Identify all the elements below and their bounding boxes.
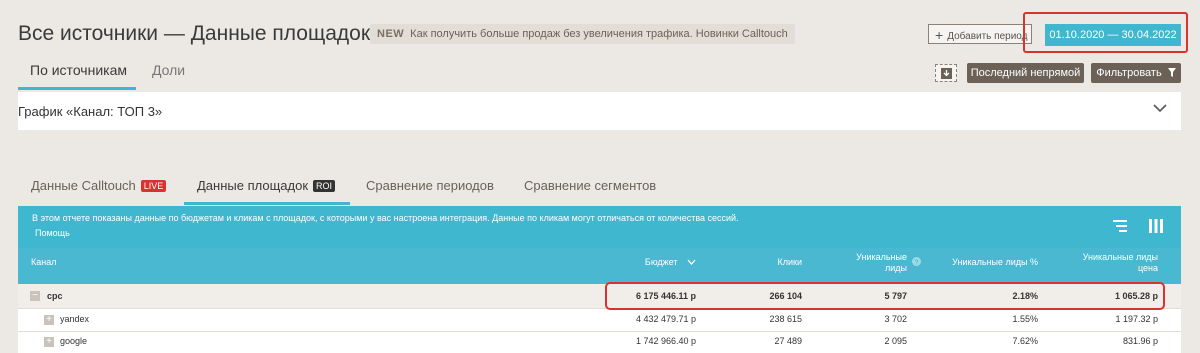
help-link[interactable]: Помощь xyxy=(35,228,70,238)
info-icon[interactable]: ? xyxy=(912,257,921,266)
column-budget[interactable]: Бюджет xyxy=(645,257,696,267)
tab-shares[interactable]: Доли xyxy=(152,62,185,78)
filter-label: Фильтровать xyxy=(1096,67,1162,79)
roi-badge: ROI xyxy=(313,180,336,192)
tab-platform-data[interactable]: Данные площадок ROI xyxy=(197,178,336,193)
cell-unique-leads-pct: 7.62% xyxy=(1012,336,1038,346)
info-text: В этом отчете показаны данные по бюджета… xyxy=(32,213,739,223)
info-banner: В этом отчете показаны данные по бюджета… xyxy=(18,206,1181,248)
cell-unique-leads: 2 095 xyxy=(884,336,907,346)
cell-unique-leads-pct: 1.55% xyxy=(1012,314,1038,324)
column-label-line: цена xyxy=(1137,263,1158,273)
add-period-button[interactable]: + Добавить период xyxy=(928,24,1032,44)
active-tab-indicator xyxy=(18,87,136,90)
cell-clicks: 238 615 xyxy=(769,314,802,324)
download-button[interactable] xyxy=(935,64,957,82)
table-header: Канал Бюджет Клики Уникальные лиды ? Уни… xyxy=(18,248,1181,284)
last-indirect-button[interactable]: Последний непрямой xyxy=(967,63,1084,83)
header: Все источники — Данные площадок NEW Как п… xyxy=(0,0,1200,92)
funnel-icon xyxy=(1167,68,1176,77)
filter-button[interactable]: Фильтровать xyxy=(1091,63,1181,83)
chevron-down-icon[interactable] xyxy=(1153,104,1167,113)
add-period-label: Добавить период xyxy=(947,31,1028,42)
table-row: + google 1 742 966.40 р 27 489 2 095 7.6… xyxy=(18,332,1181,353)
cell-unique-leads: 3 702 xyxy=(884,314,907,324)
annotation-highlight-totals xyxy=(605,282,1165,310)
plus-icon: + xyxy=(935,27,944,43)
list-settings-icon[interactable] xyxy=(1113,219,1127,233)
news-text: Как получить больше продаж без увеличени… xyxy=(410,28,788,40)
cell-budget: 4 432 479.71 р xyxy=(635,314,696,324)
download-icon xyxy=(941,68,952,79)
column-budget-label: Бюджет xyxy=(644,257,678,267)
report-tabs: Данные Calltouch LIVE Данные площадок ROI … xyxy=(0,172,1200,206)
collapse-toggle[interactable]: − xyxy=(30,291,40,301)
cell-budget: 1 742 966.40 р xyxy=(635,336,696,346)
column-clicks[interactable]: Клики xyxy=(778,257,803,267)
cell-unique-leads-price: 1 197.32 р xyxy=(1115,314,1158,324)
column-label-line: лиды xyxy=(885,263,907,273)
tab-calltouch-data[interactable]: Данные Calltouch LIVE xyxy=(31,178,167,193)
news-banner-link[interactable]: NEW Как получить больше продаж без увелич… xyxy=(370,24,795,44)
column-channel[interactable]: Канал xyxy=(31,257,56,267)
page-title: Все источники — Данные площадок xyxy=(18,22,371,45)
column-unique-leads-price[interactable]: Уникальные лиды цена xyxy=(1083,252,1158,274)
column-unique-leads-pct[interactable]: Уникальные лиды % xyxy=(952,257,1038,267)
live-badge: LIVE xyxy=(140,180,167,192)
tab-segment-comparison[interactable]: Сравнение сегментов xyxy=(524,178,656,193)
columns-icon[interactable] xyxy=(1149,219,1163,233)
tab-label: Данные Calltouch xyxy=(31,178,136,193)
annotation-highlight-date xyxy=(1023,12,1188,53)
chart-panel-title: График «Канал: ТОП 3» xyxy=(18,104,163,119)
column-unique-leads[interactable]: Уникальные лиды xyxy=(856,252,907,274)
svg-text:?: ? xyxy=(915,259,919,266)
active-report-tab-indicator xyxy=(184,202,350,205)
tab-by-sources[interactable]: По источникам xyxy=(30,62,127,78)
expand-toggle[interactable]: + xyxy=(44,315,54,325)
chart-panel[interactable]: График «Канал: ТОП 3» xyxy=(18,92,1181,130)
tab-period-comparison[interactable]: Сравнение периодов xyxy=(366,178,494,193)
cell-channel[interactable]: cpc xyxy=(47,291,63,301)
cell-channel[interactable]: yandex xyxy=(60,314,89,324)
news-tag: NEW xyxy=(377,28,405,40)
sort-down-icon xyxy=(687,259,696,265)
table-row: + yandex 4 432 479.71 р 238 615 3 702 1.… xyxy=(18,309,1181,331)
column-label-line: Уникальные xyxy=(856,252,907,262)
cell-unique-leads-price: 831.96 р xyxy=(1122,336,1158,346)
expand-toggle[interactable]: + xyxy=(44,337,54,347)
cell-clicks: 27 489 xyxy=(774,336,802,346)
column-label-line: Уникальные лиды xyxy=(1082,252,1158,262)
cell-channel[interactable]: google xyxy=(60,336,87,346)
tab-label: Данные площадок xyxy=(197,178,309,193)
